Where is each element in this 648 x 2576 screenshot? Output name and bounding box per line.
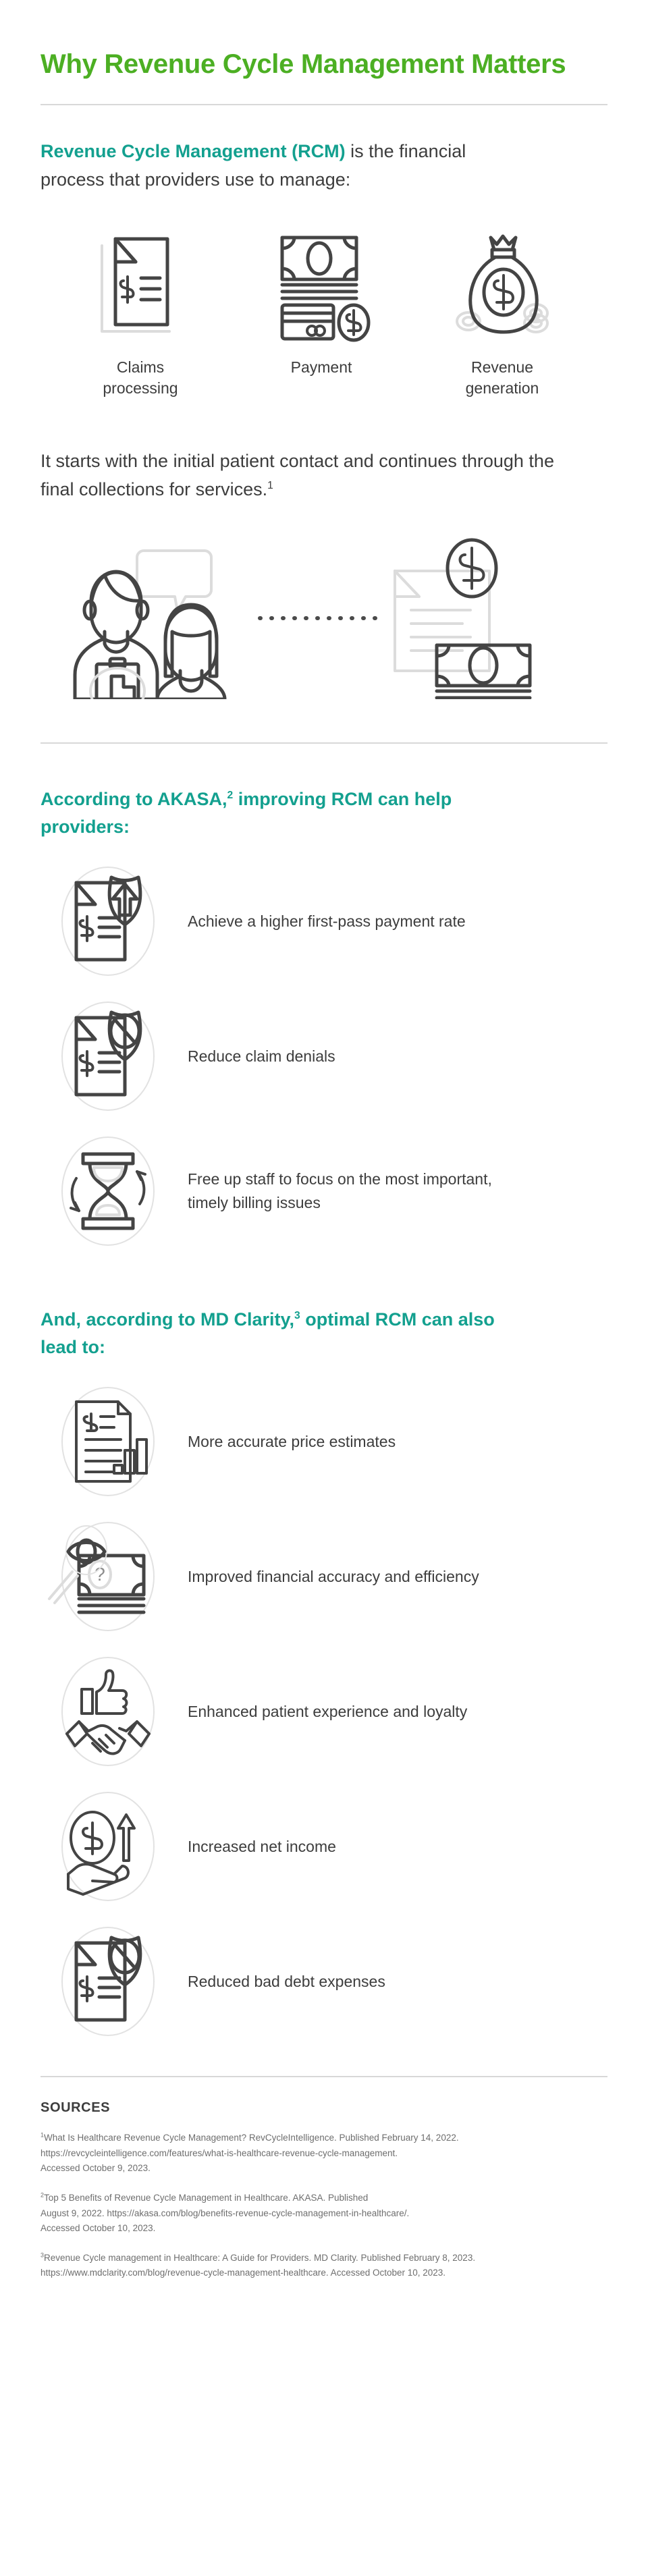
list-item: Reduce claim denials: [40, 989, 608, 1124]
source-entry: 2Top 5 Benefits of Revenue Cycle Managem…: [40, 2191, 608, 2236]
document-dollar-icon: [90, 227, 191, 345]
mdclarity-heading-footnote: 3: [294, 1310, 300, 1322]
list-item: More accurate price estimates: [40, 1374, 608, 1509]
list-item: Enhanced patient experience and loyalty: [40, 1644, 608, 1779]
list-item: Reduced bad debt expenses: [40, 1914, 608, 2049]
list-item: Achieve a higher first-pass payment rate: [40, 854, 608, 989]
source-entry: 3Revenue Cycle management in Healthcare:…: [40, 2251, 608, 2281]
mdclarity-benefit-list: More accurate price estimates ? Improved…: [40, 1374, 608, 2049]
magnifier-eye-cash-question-icon: ?: [40, 1512, 176, 1641]
trio-item-revenue: Revenue generation: [421, 227, 583, 399]
list-item: ? Improved financial accuracy and effici…: [40, 1509, 608, 1644]
trio-item-claims: Claims processing: [59, 227, 221, 399]
akasa-benefit-list: Achieve a higher first-pass payment rate…: [40, 854, 608, 1259]
document-shield-prohibited-icon: [40, 1917, 176, 2046]
source-line-1: What Is Healthcare Revenue Cycle Managem…: [44, 2133, 459, 2143]
cash-and-card-icon: [267, 227, 375, 345]
mdclarity-heading-before: And, according to MD Clarity,: [40, 1309, 295, 1330]
source-line-2: https://www.mdclarity.com/blog/revenue-c…: [40, 2268, 446, 2278]
hourglass-rotate-icon: [40, 1127, 176, 1255]
thumbsup-handshake-icon: [40, 1647, 176, 1776]
svg-text:?: ?: [94, 1564, 105, 1585]
list-item-label: Increased net income: [188, 1837, 336, 1855]
page-title: Why Revenue Cycle Management Matters: [40, 49, 566, 79]
list-item-label: Enhanced patient experience and loyalty: [188, 1702, 468, 1720]
trio-label-revenue: Revenue generation: [465, 358, 539, 397]
source-entry: 1What Is Healthcare Revenue Cycle Manage…: [40, 2131, 608, 2176]
akasa-heading-footnote: 2: [227, 790, 234, 802]
patient-provider-to-invoice-scene: [40, 530, 608, 700]
narrative-text: It starts with the initial patient conta…: [40, 450, 554, 499]
rcm-components-row: Claims processing Payment Revenue genera…: [40, 227, 608, 399]
list-item-label: Free up staff to focus on the most impor…: [188, 1170, 492, 1212]
akasa-heading-before: According to AKASA,: [40, 789, 227, 810]
hand-coin-uparrow-icon: [40, 1782, 176, 1911]
list-item-label: Reduce claim denials: [188, 1047, 335, 1065]
list-item-label: Reduced bad debt expenses: [188, 1972, 385, 1990]
sources-section: SOURCES 1What Is Healthcare Revenue Cycl…: [40, 2076, 608, 2280]
source-line-2: August 9, 2022. https://akasa.com/blog/b…: [40, 2208, 410, 2218]
source-line-3: Accessed October 10, 2023.: [40, 2222, 156, 2233]
section-divider: [40, 742, 608, 744]
list-item-label: Improved financial accuracy and efficien…: [188, 1567, 479, 1585]
source-line-1: Revenue Cycle management in Healthcare: …: [44, 2253, 476, 2264]
infographic-page: Why Revenue Cycle Management Matters Rev…: [0, 0, 648, 2281]
money-bag-icon: [448, 227, 556, 345]
akasa-section-heading: According to AKASA,2 improving RCM can h…: [40, 786, 526, 840]
list-item: Increased net income: [40, 1779, 608, 1914]
list-item: Free up staff to focus on the most impor…: [40, 1124, 608, 1259]
narrative-paragraph: It starts with the initial patient conta…: [40, 447, 574, 504]
document-shield-prohibited-icon: [40, 992, 176, 1120]
title-divider: [40, 104, 608, 105]
intro-paragraph: Revenue Cycle Management (RCM) is the fi…: [40, 138, 513, 194]
sources-title: SOURCES: [40, 2100, 111, 2116]
source-line-3: Accessed October 9, 2023.: [40, 2163, 151, 2173]
sources-divider: [40, 2076, 608, 2078]
list-item-label: Achieve a higher first-pass payment rate: [188, 912, 466, 930]
trio-label-claims: Claims processing: [103, 358, 178, 397]
source-line-2: https://revcycleintelligence.com/feature…: [40, 2147, 398, 2158]
document-shield-uparrow-icon: [40, 857, 176, 985]
intro-highlight: Revenue Cycle Management (RCM): [40, 141, 346, 161]
document-barchart-icon: [40, 1377, 176, 1506]
list-item-label: More accurate price estimates: [188, 1432, 396, 1450]
narrative-footnote: 1: [267, 479, 273, 491]
mdclarity-section-heading: And, according to MD Clarity,3 optimal R…: [40, 1306, 526, 1361]
trio-label-payment: Payment: [290, 358, 352, 376]
trio-item-payment: Payment: [240, 227, 402, 378]
source-line-1: Top 5 Benefits of Revenue Cycle Manageme…: [44, 2193, 369, 2203]
